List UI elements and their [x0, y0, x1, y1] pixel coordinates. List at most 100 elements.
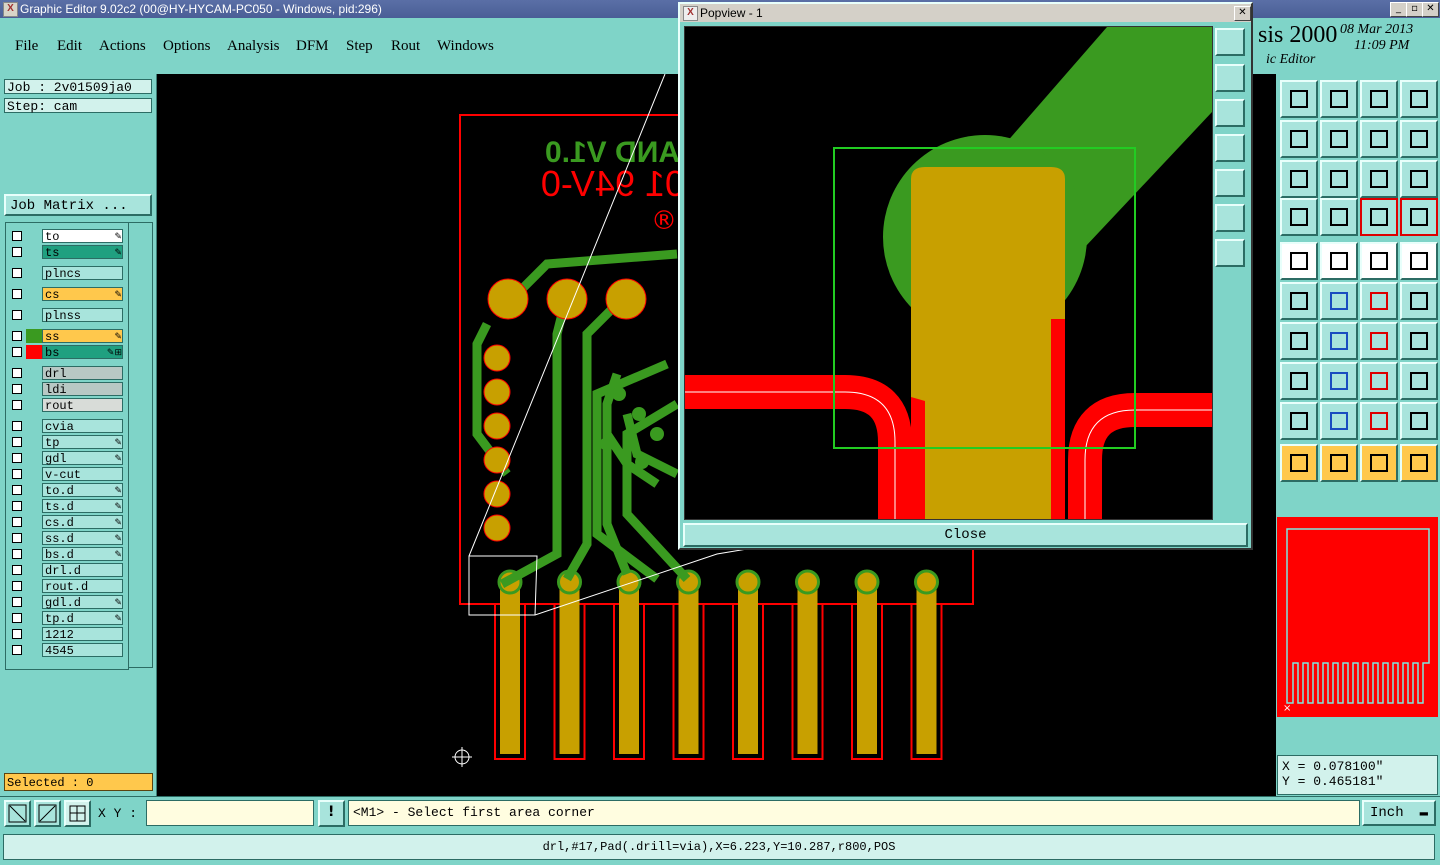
layer-color-swatch[interactable] [26, 435, 42, 449]
layer-color-swatch[interactable] [26, 287, 42, 301]
menu-file[interactable]: File [15, 38, 38, 55]
layer-color-swatch[interactable] [26, 547, 42, 561]
layer-checkbox[interactable] [12, 469, 22, 479]
cross-tool-button[interactable] [1320, 282, 1358, 320]
popview-close-icon[interactable]: ✕ [1234, 6, 1251, 21]
layer-checkbox[interactable] [12, 400, 22, 410]
layer-row-plncs[interactable]: plncs [6, 266, 128, 281]
layer-checkbox[interactable] [12, 437, 22, 447]
grid-tool-button[interactable] [1320, 198, 1358, 236]
layer-color-swatch[interactable] [26, 345, 42, 359]
layer-row-cs.d[interactable]: cs.d ✎ [6, 515, 128, 530]
layer-name[interactable]: ss.d [42, 531, 123, 546]
popview-zoom-out-button[interactable] [1215, 99, 1245, 127]
pad-tool-button[interactable] [1280, 242, 1318, 280]
center-tool-button[interactable] [1320, 160, 1358, 198]
layer-row-1212[interactable]: 1212 [6, 627, 128, 642]
layer-checkbox[interactable] [12, 581, 22, 591]
layer-name[interactable]: gdl.d [42, 595, 123, 610]
layer-name[interactable]: ts.d [42, 499, 123, 514]
feature-filter-tool-button[interactable] [1360, 198, 1398, 236]
menu-windows[interactable]: Windows [437, 38, 494, 55]
maximize-button[interactable]: ▫ [1406, 2, 1423, 17]
layer-color-swatch[interactable] [26, 382, 42, 396]
layer-checkbox[interactable] [12, 421, 22, 431]
layer-row-gdl[interactable]: gdl ✎ [6, 451, 128, 466]
layer-color-swatch[interactable] [26, 611, 42, 625]
circle-tool-button[interactable] [1400, 242, 1438, 280]
feature-select-tool-button[interactable] [1400, 198, 1438, 236]
layer-checkbox[interactable] [12, 347, 22, 357]
zoom-home-tool-button[interactable] [1280, 80, 1318, 118]
layer-row-tp.d[interactable]: tp.d ✎ [6, 611, 128, 626]
pin-tool-button[interactable] [1400, 322, 1438, 360]
menu-dfm[interactable]: DFM [296, 38, 329, 55]
minimize-button[interactable]: _ [1390, 2, 1407, 17]
popview-pan-right-button[interactable] [1215, 169, 1245, 197]
layer-row-plnss[interactable]: plnss [6, 308, 128, 323]
arch-tool-button[interactable] [1320, 402, 1358, 440]
triangle-tool-button[interactable] [1280, 402, 1318, 440]
connect-tool-button[interactable] [1280, 282, 1318, 320]
layer-checkbox[interactable] [12, 310, 22, 320]
layer-checkbox[interactable] [12, 368, 22, 378]
layer-name[interactable]: rout.d [42, 579, 123, 594]
layer-color-swatch[interactable] [26, 366, 42, 380]
snap-tool-button[interactable] [1280, 362, 1318, 400]
add-node-tool-button[interactable] [1360, 282, 1398, 320]
grid-toggle-button[interactable] [64, 800, 91, 827]
layer-color-swatch[interactable] [26, 531, 42, 545]
dimension-tool-button[interactable] [1360, 362, 1398, 400]
one-to-one-tool-button[interactable] [1360, 160, 1398, 198]
layer-row-drl.d[interactable]: drl.d [6, 563, 128, 578]
help-tool-button[interactable] [1400, 160, 1438, 198]
redraw-tool-button[interactable] [1400, 120, 1438, 158]
layer-name[interactable]: drl.d [42, 563, 123, 578]
pointer-tool-button[interactable] [1280, 444, 1318, 482]
layer-row-ts[interactable]: ts ✎ [6, 245, 128, 260]
layer-checkbox[interactable] [12, 517, 22, 527]
layer-checkbox[interactable] [12, 565, 22, 575]
move-node-tool-button[interactable] [1400, 282, 1438, 320]
layer-name[interactable]: rout [42, 398, 123, 413]
popview-fit-button[interactable] [1215, 204, 1245, 232]
layer-name[interactable]: cvia [42, 419, 123, 434]
split-view-tool-button[interactable] [1400, 80, 1438, 118]
layer-name[interactable]: tp.d [42, 611, 123, 626]
layer-color-swatch[interactable] [26, 329, 42, 343]
layer-row-ldi[interactable]: ldi [6, 382, 128, 397]
layer-checkbox[interactable] [12, 231, 22, 241]
home-tool-button[interactable] [1360, 80, 1398, 118]
popview-center-button[interactable] [1215, 239, 1245, 267]
menu-rout[interactable]: Rout [391, 38, 420, 55]
layer-checkbox[interactable] [12, 384, 22, 394]
popview-zoom-in-button[interactable] [1215, 64, 1245, 92]
layer-name[interactable]: to [42, 229, 123, 244]
layer-name[interactable]: cs [42, 287, 123, 302]
popview-pan-left-button[interactable] [1215, 134, 1245, 162]
layer-name[interactable]: ts [42, 245, 123, 260]
layer-color-swatch[interactable] [26, 499, 42, 513]
layer-row-bs.d[interactable]: bs.d ✎ [6, 547, 128, 562]
menu-edit[interactable]: Edit [57, 38, 82, 55]
pan-right-tool-button[interactable] [1320, 120, 1358, 158]
pointer-round-tool-button[interactable] [1360, 444, 1398, 482]
slash-tool-button[interactable] [1320, 322, 1358, 360]
close-window-button[interactable]: ✕ [1422, 2, 1439, 17]
popview-canvas[interactable] [684, 26, 1213, 520]
layer-checkbox[interactable] [12, 629, 22, 639]
layer-name[interactable]: 1212 [42, 627, 123, 642]
layer-row-tp[interactable]: tp ✎ [6, 435, 128, 450]
layer-checkbox[interactable] [12, 453, 22, 463]
layer-checkbox[interactable] [12, 485, 22, 495]
menu-step[interactable]: Step [346, 38, 373, 55]
layer-color-swatch[interactable] [26, 643, 42, 657]
layer-checkbox[interactable] [12, 645, 22, 655]
layer-name[interactable]: plncs [42, 266, 123, 281]
layer-row-cs[interactable]: cs ✎ [6, 287, 128, 302]
shape-tool-button[interactable] [1400, 362, 1438, 400]
route-tool-button[interactable] [1400, 444, 1438, 482]
ruler-tool-button[interactable] [1360, 242, 1398, 280]
layer-row-ss.d[interactable]: ss.d ✎ [6, 531, 128, 546]
layer-row-to[interactable]: to ✎ [6, 229, 128, 244]
